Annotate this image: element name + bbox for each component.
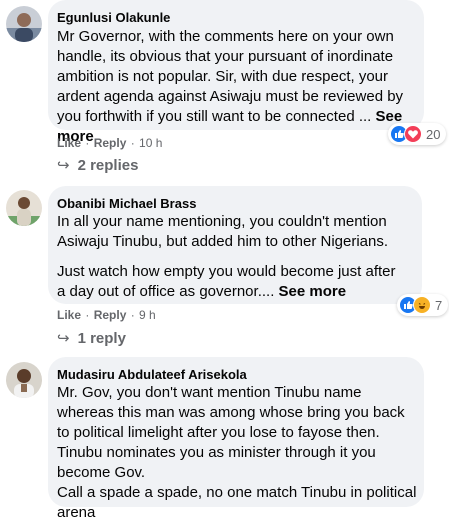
love-icon bbox=[404, 125, 422, 143]
comment-actions: Like · Reply · 9 h bbox=[57, 308, 156, 322]
comment-text: Mr Governor, with the comments here on y… bbox=[57, 27, 422, 147]
comment-author[interactable]: Mudasiru Abdulateef Arisekola bbox=[57, 367, 247, 382]
avatar[interactable] bbox=[6, 6, 42, 42]
view-replies-button[interactable]: ↪ 1 reply bbox=[57, 329, 126, 347]
see-more-link[interactable]: See more bbox=[279, 283, 347, 300]
reaction-summary[interactable]: 7 bbox=[397, 294, 449, 316]
reaction-count: 20 bbox=[426, 126, 441, 142]
comment-timestamp[interactable]: 9 h bbox=[139, 308, 156, 322]
reply-action[interactable]: Reply bbox=[94, 136, 127, 150]
replies-label: 2 replies bbox=[77, 157, 139, 174]
avatar[interactable] bbox=[6, 362, 42, 398]
comment-paragraph: Call a spade a spade, no one match Tinub… bbox=[57, 484, 417, 521]
comment-text: Mr. Gov, you don't want mention Tinubu n… bbox=[57, 383, 419, 523]
comment-actions: Like · Reply · 10 h bbox=[57, 136, 163, 150]
reply-arrow-icon: ↪ bbox=[57, 330, 70, 347]
comment-paragraph: Mr. Gov, you don't want mention Tinubu n… bbox=[57, 384, 405, 481]
comment-author[interactable]: Egunlusi Olakunle bbox=[57, 10, 170, 25]
view-replies-button[interactable]: ↪ 2 replies bbox=[57, 156, 138, 174]
comment-paragraph: In all your name mentioning, you couldn'… bbox=[57, 213, 389, 250]
like-action[interactable]: Like bbox=[57, 136, 81, 150]
reply-arrow-icon: ↪ bbox=[57, 157, 70, 174]
replies-label: 1 reply bbox=[77, 330, 126, 347]
comment-body: Mr Governor, with the comments here on y… bbox=[57, 28, 404, 125]
reaction-summary[interactable]: 20 bbox=[388, 123, 447, 145]
reaction-count: 7 bbox=[435, 297, 443, 313]
haha-icon bbox=[413, 296, 431, 314]
avatar[interactable] bbox=[6, 190, 42, 226]
reply-action[interactable]: Reply bbox=[94, 308, 127, 322]
comment-paragraph: Just watch how empty you would become ju… bbox=[57, 262, 407, 302]
comment-text: In all your name mentioning, you couldn'… bbox=[57, 212, 407, 302]
comment-timestamp[interactable]: 10 h bbox=[139, 136, 162, 150]
comment-author[interactable]: Obanibi Michael Brass bbox=[57, 196, 196, 211]
like-action[interactable]: Like bbox=[57, 308, 81, 322]
